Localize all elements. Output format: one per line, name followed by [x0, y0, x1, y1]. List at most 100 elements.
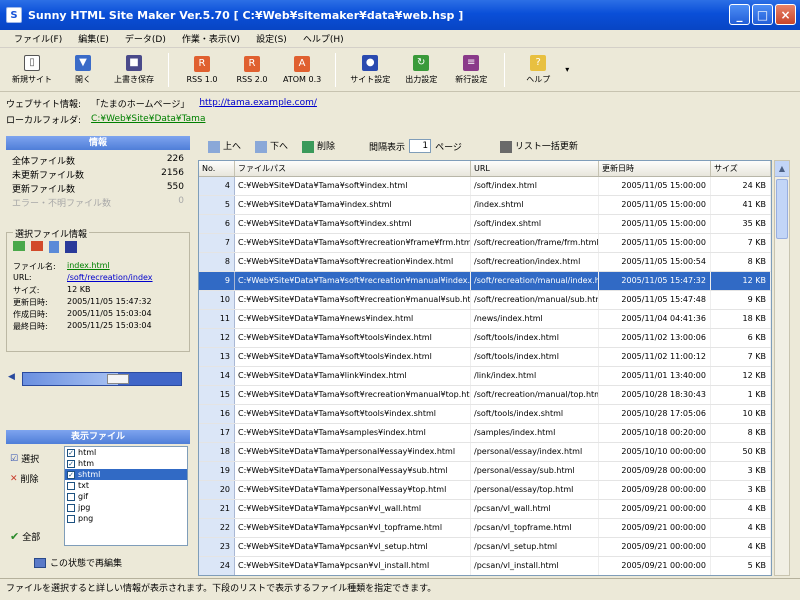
table-row[interactable]: 10 C:¥Web¥Site¥Data¥Tama¥soft¥recreation¥… [199, 291, 771, 310]
menu-settings[interactable]: 設定(S) [248, 32, 295, 45]
minimize-button[interactable]: _ [729, 4, 750, 25]
move-down-button[interactable]: 下へ [255, 139, 288, 153]
table-row[interactable]: 8 C:¥Web¥Site¥Data¥Tama¥soft¥recreation¥i… [199, 253, 771, 272]
menu-file[interactable]: ファイル(F) [6, 32, 70, 45]
table-row[interactable]: 18 C:¥Web¥Site¥Data¥Tama¥personal¥essay¥i… [199, 443, 771, 462]
table-row[interactable]: 17 C:¥Web¥Site¥Data¥Tama¥samples¥index.ht… [199, 424, 771, 443]
table-row[interactable]: 4 C:¥Web¥Site¥Data¥Tama¥soft¥index.html/s… [199, 177, 771, 196]
table-vscroll[interactable]: ▲ [774, 160, 790, 576]
file-delete-icon[interactable] [31, 241, 43, 251]
site-url-link[interactable]: http://tama.example.com/ [199, 98, 317, 108]
table-row[interactable]: 24 C:¥Web¥Site¥Data¥Tama¥pcsan¥vl_install… [199, 557, 771, 575]
filetype-item[interactable]: ✓ html [65, 447, 187, 458]
atom-button[interactable]: A ATOM 0.3 [277, 50, 327, 90]
cell-date: 2005/11/01 13:40:00 [599, 367, 711, 385]
table-row[interactable]: 23 C:¥Web¥Site¥Data¥Tama¥pcsan¥vl_setup.h… [199, 538, 771, 557]
filetype-item[interactable]: txt [65, 480, 187, 491]
bulk-update-button[interactable]: リスト一括更新 [499, 139, 578, 153]
regen-button[interactable]: この状態で再編集 [34, 556, 122, 569]
table-row[interactable]: 12 C:¥Web¥Site¥Data¥Tama¥soft¥tools¥index… [199, 329, 771, 348]
move-up-button[interactable]: 上へ [208, 139, 241, 153]
toolbar-overflow-icon[interactable]: ▾ [565, 65, 569, 74]
scroll-up-icon[interactable]: ▲ [775, 161, 789, 177]
table-row[interactable]: 20 C:¥Web¥Site¥Data¥Tama¥personal¥essay¥t… [199, 481, 771, 500]
col-size[interactable]: サイズ [711, 161, 771, 176]
col-date[interactable]: 更新日時 [599, 161, 711, 176]
select-button[interactable]: ☑ 選択 [10, 452, 39, 466]
filetype-checkbox[interactable] [67, 503, 75, 512]
delete-type-button[interactable]: ✕ 削除 [10, 472, 39, 486]
up-label: 上へ [223, 142, 242, 153]
filetype-checkbox[interactable] [67, 492, 75, 501]
summary-label: エラー・不明ファイル数 [12, 199, 112, 209]
table-row[interactable]: 6 C:¥Web¥Site¥Data¥Tama¥soft¥index.shtml /… [199, 215, 771, 234]
position-slider[interactable] [22, 372, 182, 386]
menu-edit[interactable]: 編集(E) [70, 32, 117, 45]
all-button[interactable]: ✔ 全部 [10, 530, 40, 543]
clipboard-icon[interactable] [49, 241, 59, 253]
slider-thumb[interactable] [106, 374, 129, 384]
site-name-label: ウェブサイト情報: [6, 99, 82, 110]
filetype-checkbox[interactable] [67, 481, 75, 490]
cell-path: C:¥Web¥Site¥Data¥Tama¥samples¥index.html [235, 424, 471, 442]
cell-date: 2005/10/10 00:00:00 [599, 443, 711, 461]
filetype-item[interactable]: png [65, 513, 187, 524]
col-url[interactable]: URL [471, 161, 599, 176]
filetype-item[interactable]: jpg [65, 502, 187, 513]
table-row[interactable]: 9 C:¥Web¥Site¥Data¥Tama¥soft¥recreation¥m… [199, 272, 771, 291]
table-row[interactable]: 22 C:¥Web¥Site¥Data¥Tama¥pcsan¥vl_topfram… [199, 519, 771, 538]
filetype-item[interactable]: ✓ htm [65, 458, 187, 469]
cell-date: 2005/09/21 00:00:00 [599, 557, 711, 575]
table-row[interactable]: 19 C:¥Web¥Site¥Data¥Tama¥personal¥essay¥s… [199, 462, 771, 481]
url-link[interactable]: /soft/recreation/index [67, 273, 153, 285]
slider-left-arrow-icon[interactable]: ◀ [8, 372, 15, 382]
maximize-button[interactable]: □ [752, 4, 773, 25]
filetype-checkbox[interactable]: ✓ [67, 448, 75, 457]
table-row[interactable]: 14 C:¥Web¥Site¥Data¥Tama¥link¥index.html /… [199, 367, 771, 386]
filetype-checkbox[interactable]: ✓ [67, 459, 75, 468]
filetype-checkbox[interactable]: ✓ [67, 470, 75, 479]
col-no[interactable]: No. [199, 161, 235, 176]
col-path[interactable]: ファイルパス [235, 161, 471, 176]
menu-view[interactable]: 作業・表示(V) [174, 32, 248, 45]
row-number: 8 [199, 253, 235, 271]
output-settings-button[interactable]: ↻ 出力設定 [396, 50, 446, 90]
table-row[interactable]: 7 C:¥Web¥Site¥Data¥Tama¥soft¥recreation¥f… [199, 234, 771, 253]
help-button[interactable]: ? ヘルプ [513, 50, 563, 90]
cell-size: 50 KB [711, 443, 771, 461]
open-label: 開く [75, 74, 91, 84]
new-site-button[interactable]: ▯ 新規サイト [6, 50, 58, 90]
table-row[interactable]: 21 C:¥Web¥Site¥Data¥Tama¥pcsan¥vl_wall.ht… [199, 500, 771, 519]
close-button[interactable]: × [775, 4, 796, 25]
folder-open-icon[interactable] [13, 241, 25, 251]
site-settings-button[interactable]: ● サイト設定 [344, 50, 396, 90]
preview-icon[interactable] [65, 241, 77, 253]
table-row[interactable]: 15 C:¥Web¥Site¥Data¥Tama¥soft¥recreation¥… [199, 386, 771, 405]
new-site-icon: ▯ [24, 54, 40, 71]
field-row: サイズ: 12 KB [7, 285, 189, 297]
filename-link[interactable]: index.html [67, 261, 110, 273]
rss20-button[interactable]: R RSS 2.0 [227, 50, 277, 90]
filetype-item[interactable]: ✓ shtml [65, 469, 187, 480]
filetype-item[interactable]: gif [65, 491, 187, 502]
table-row[interactable]: 5 C:¥Web¥Site¥Data¥Tama¥index.shtml/index… [199, 196, 771, 215]
open-button[interactable]: ▼ 開く [58, 50, 108, 90]
table-row[interactable]: 11 C:¥Web¥Site¥Data¥Tama¥news¥index.html /… [199, 310, 771, 329]
scroll-thumb[interactable] [776, 179, 788, 239]
local-folder-link[interactable]: C:¥Web¥Site¥Data¥Tama [91, 114, 205, 124]
table-row[interactable]: 13 C:¥Web¥Site¥Data¥Tama¥soft¥tools¥index… [199, 348, 771, 367]
menu-data[interactable]: データ(D) [117, 32, 174, 45]
filetype-checkbox[interactable] [67, 514, 75, 523]
menu-help[interactable]: ヘルプ(H) [295, 32, 352, 45]
interval-unit: ページ [435, 142, 462, 153]
delete-row-button[interactable]: 削除 [302, 139, 335, 153]
table-row[interactable]: 16 C:¥Web¥Site¥Data¥Tama¥soft¥tools¥index… [199, 405, 771, 424]
cell-date: 2005/11/05 15:00:00 [599, 234, 711, 252]
interval-input[interactable]: 1 [409, 139, 432, 153]
newline-settings-button[interactable]: ≡ 新行設定 [446, 50, 496, 90]
cell-path: C:¥Web¥Site¥Data¥Tama¥pcsan¥vl_topframe.… [235, 519, 471, 537]
rss10-button[interactable]: R RSS 1.0 [177, 50, 227, 90]
filetype-list[interactable]: ✓ html ✓ htm ✓ shtml txt gif jpg png [64, 446, 188, 546]
save-button[interactable]: ■ 上書き保存 [108, 50, 160, 90]
cell-url: /index.shtml [471, 196, 599, 214]
